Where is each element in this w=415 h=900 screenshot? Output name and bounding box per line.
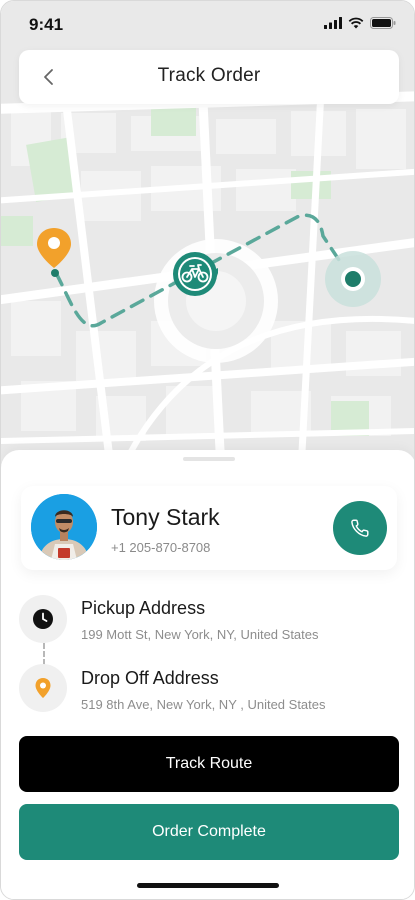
- status-bar: 9:41: [1, 1, 414, 49]
- clock-icon: [33, 609, 53, 629]
- call-button[interactable]: [333, 501, 387, 555]
- pickup-title: Pickup Address: [81, 598, 206, 618]
- avatar: [31, 494, 97, 560]
- battery-icon: [370, 17, 396, 29]
- home-indicator: [137, 883, 279, 888]
- driver-name: Tony Stark: [111, 504, 220, 530]
- map-pin-icon: [36, 226, 76, 286]
- destination-dot-icon: [325, 251, 381, 307]
- pickup-icon-badge: [19, 595, 67, 643]
- dropoff-address: 519 8th Ave, New York, NY , United State…: [81, 697, 326, 712]
- wifi-icon: [348, 17, 364, 29]
- track-route-button[interactable]: Track Route: [19, 736, 399, 792]
- driver-card: Tony Stark +1 205-870-8708: [21, 486, 397, 570]
- order-details-sheet: Tony Stark +1 205-870-8708 Pickup Addres…: [1, 450, 414, 899]
- page-title: Track Order: [157, 65, 261, 86]
- cellular-signal-icon: [324, 17, 342, 29]
- dropoff-icon-badge: [19, 664, 67, 712]
- pickup-address: 199 Mott St, New York, NY, United States: [81, 627, 319, 642]
- driver-phone: +1 205-870-8708: [111, 540, 211, 555]
- status-icons: [324, 17, 396, 29]
- track-order-screen: 9:41 Track Order Tony Stark +1 205-870-8…: [0, 0, 415, 900]
- location-pin-icon: [35, 678, 51, 698]
- bicycle-icon[interactable]: [172, 251, 220, 297]
- address-connector-line: [43, 643, 45, 665]
- phone-icon: [351, 519, 369, 537]
- header-bar: Track Order: [19, 50, 399, 104]
- sheet-drag-handle[interactable]: [183, 457, 235, 461]
- dropoff-title: Drop Off Address: [81, 668, 219, 688]
- order-complete-button[interactable]: Order Complete: [19, 804, 399, 860]
- status-time: 9:41: [29, 15, 64, 34]
